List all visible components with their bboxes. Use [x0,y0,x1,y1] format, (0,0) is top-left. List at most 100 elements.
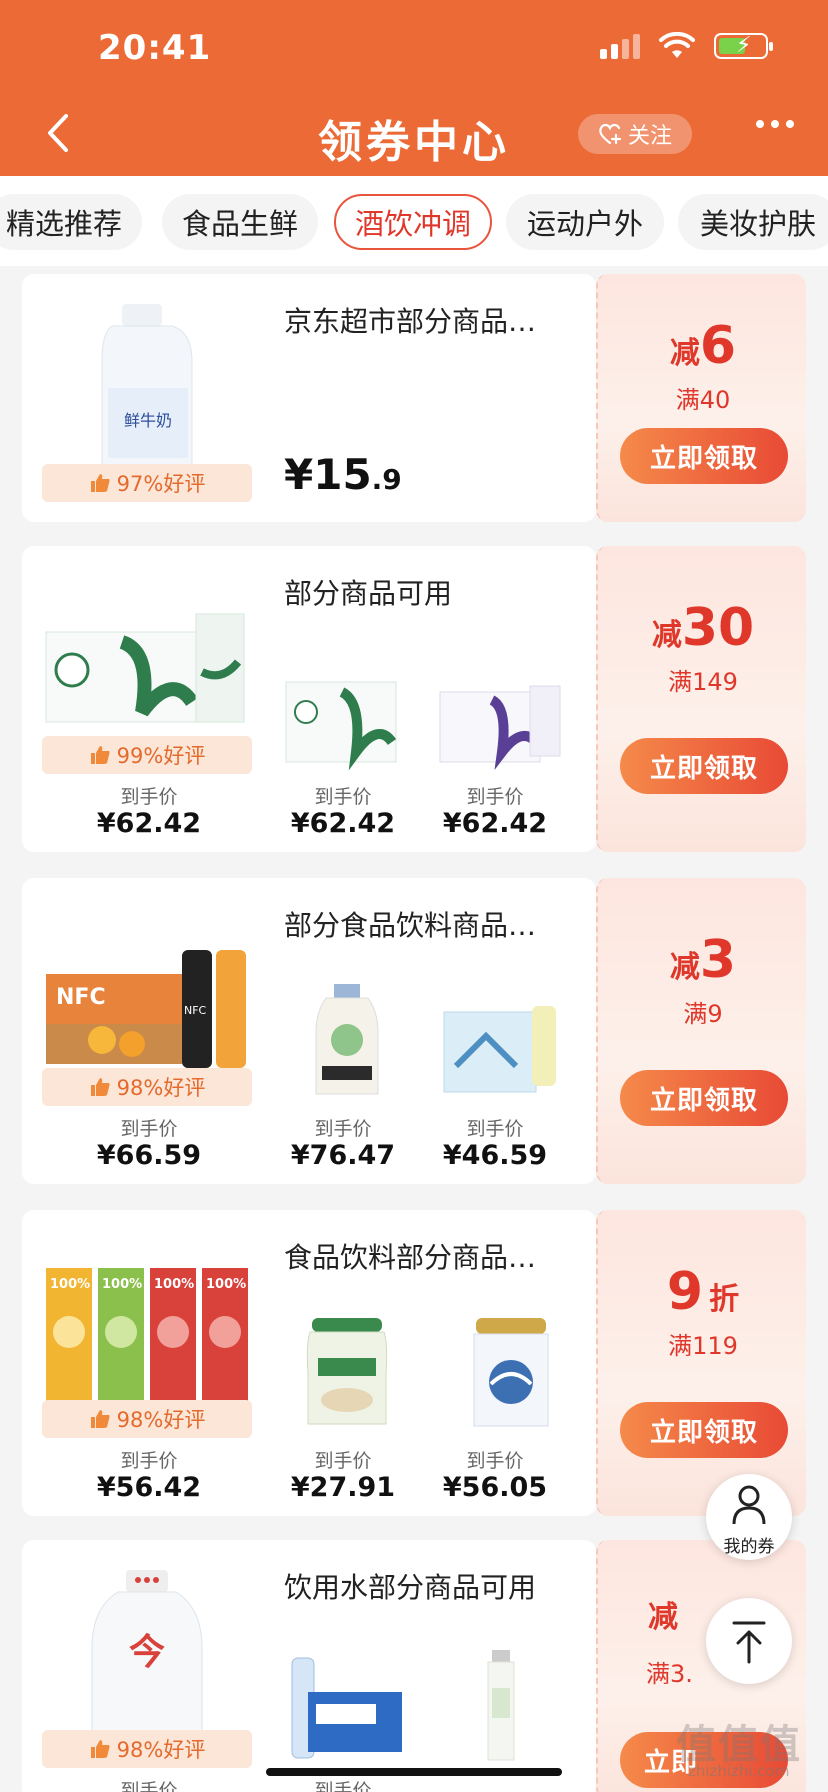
coupon-amount: 减30 [651,598,755,658]
price-value: ¥46.59 [442,1140,548,1171]
price: ¥15.9 [284,450,402,499]
card-title: 部分食品饮料商品… [284,909,537,942]
tab-0[interactable]: 精选推荐 [0,194,142,250]
thumb-up-icon [90,746,110,764]
rating-badge: 98%好评 [42,1730,252,1768]
price-value: ¥62.42 [290,808,396,839]
watermark-sub: zhizhizhi.com [688,1762,790,1780]
status-icons: ⚡ [600,32,773,60]
category-tabs: 精选推荐 食品生鲜 酒饮冲调 运动户外 美妆护肤 [0,176,828,266]
rating-text: 98%好评 [116,1076,206,1100]
battery-icon: ⚡ [714,33,773,59]
price-value: ¥66.59 [96,1140,202,1171]
price-label: 到手价 [314,1780,372,1792]
juice-carton-image: 100% 100% 100% 100% [46,1268,248,1408]
thumb-up-icon [90,474,110,492]
price-label: 到手价 [314,1118,372,1140]
product-card-4[interactable]: 今 98%好评 饮用水部分商品可用 到手价 到手价 [22,1540,596,1792]
coupon-amount: 减6 [669,316,737,376]
tab-2[interactable]: 酒饮冲调 [334,194,492,250]
coupon-amount: 减3 [669,930,737,990]
tab-3[interactable]: 运动户外 [506,194,664,250]
price-value: ¥76.47 [290,1140,396,1171]
claim-button[interactable]: 立即领取 [620,1070,788,1126]
status-time: 20:41 [98,28,212,68]
claim-button[interactable]: 立即领取 [620,428,788,484]
rating-text: 98%好评 [116,1738,206,1762]
product-thumbnail [487,1650,515,1761]
thumb-up-icon [90,1410,110,1428]
svg-text:NFC: NFC [184,1004,207,1017]
coupon-condition: 满9 [683,1000,723,1028]
price-label: 到手价 [120,1450,178,1472]
price-label: 到手价 [314,1450,372,1472]
price-label: 到手价 [120,1118,178,1140]
milk-box-image [45,613,245,723]
product-thumbnail [285,681,397,771]
product-thumbnail [443,1006,556,1093]
svg-text:100%: 100% [50,1277,90,1292]
coupon-amount: 9折 [666,1262,740,1322]
back-to-top-button[interactable] [706,1598,792,1684]
signal-icon [600,33,640,59]
coupon-condition: 满149 [668,668,738,696]
claim-button[interactable]: 立即领取 [620,738,788,794]
price-value: ¥56.05 [442,1472,548,1503]
more-icon[interactable] [756,120,794,128]
coupon-panel-0: 减6 满40 立即领取 [596,274,806,522]
rating-text: 98%好评 [116,1408,206,1432]
svg-text:今: 今 [129,1632,165,1673]
price-label: 到手价 [466,1450,524,1472]
user-icon [732,1485,766,1525]
thumb-up-icon [90,1740,110,1758]
tab-4[interactable]: 美妆护肤 [678,194,828,250]
coupon-panel-2: 减3 满9 立即领取 [596,878,806,1184]
follow-button[interactable]: 关注 [578,114,692,154]
app-header: 20:41 ⚡ 领券中心 关注 [0,0,828,176]
card-title: 京东超市部分商品… [284,305,537,338]
card-title: 食品饮料部分商品… [284,1241,537,1274]
rating-text: 99%好评 [116,744,206,768]
product-card-1[interactable]: 99%好评 部分商品可用 到手价 ¥62.42 到手价 ¥62.42 到手价 ¥… [22,546,596,852]
svg-text:鲜牛奶: 鲜牛奶 [124,411,172,430]
card-title: 饮用水部分商品可用 [284,1571,537,1604]
claim-button[interactable]: 立即领取 [620,1402,788,1458]
thumb-up-icon [90,1078,110,1096]
price-label: 到手价 [314,786,372,808]
svg-text:100%: 100% [102,1277,142,1292]
tab-1[interactable]: 食品生鲜 [162,194,318,250]
card-title: 部分商品可用 [284,577,453,610]
home-indicator[interactable] [266,1768,562,1776]
coupon-panel-1: 减30 满149 立即领取 [596,546,806,852]
price-label: 到手价 [466,1118,524,1140]
my-coupon-button[interactable]: 我的券 [706,1474,792,1560]
price-value: ¥27.91 [290,1472,396,1503]
product-thumbnail [473,1318,549,1427]
water-bottle-image: 今 [91,1570,203,1735]
rating-badge: 99%好评 [42,736,252,774]
price-value: ¥56.42 [96,1472,202,1503]
coupon-panel-3: 9折 满119 立即领取 [596,1210,806,1516]
rating-badge: 98%好评 [42,1068,252,1106]
follow-label: 关注 [627,124,672,149]
product-thumbnail [439,685,561,770]
rating-badge: 97%好评 [42,464,252,502]
product-card-3[interactable]: 100% 100% 100% 100% 98%好评 食品饮料部分商品… 到手价 … [22,1210,596,1516]
svg-text:100%: 100% [154,1277,194,1292]
arrow-up-icon [732,1621,766,1664]
coupon-condition: 满119 [668,1332,738,1360]
price-label: 到手价 [120,786,178,808]
heart-plus-icon [599,123,622,145]
my-coupon-label: 我的券 [723,1537,775,1557]
product-thumbnail [315,984,379,1095]
svg-text:NFC: NFC [56,985,106,1010]
product-thumbnail [306,1318,388,1425]
nfc-juice-image: NFC NFC [46,950,246,1068]
product-card-0[interactable]: 鲜牛奶 97%好评 京东超市部分商品… ¥15.9 [22,274,596,522]
price-value: ¥62.42 [442,808,548,839]
coupon-condition: 满40 [675,386,731,414]
price-value: ¥62.42 [96,808,202,839]
wifi-icon [659,32,695,58]
product-card-2[interactable]: NFC NFC 98%好评 部分食品饮料商品… 到手价 ¥66.59 到手价 ¥… [22,878,596,1184]
rating-text: 97%好评 [116,472,206,496]
